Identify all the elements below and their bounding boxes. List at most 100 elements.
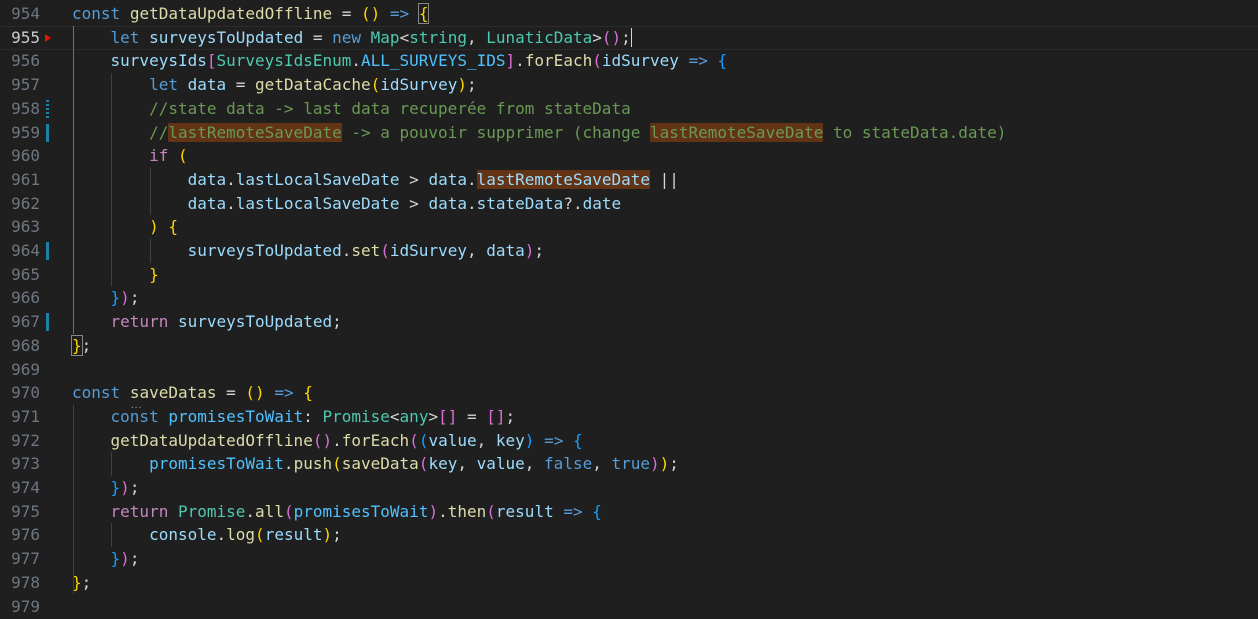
code-token: value (476, 454, 525, 474)
code-token: idSurvey (601, 51, 679, 71)
code-line[interactable]: 954 const getDataUpdatedOffline = () => { (0, 2, 1258, 26)
code-token: { (303, 383, 313, 403)
code-line[interactable]: 967 return surveysToUpdated; (0, 310, 1258, 334)
code-line[interactable]: 956 surveysIds[SurveysIdsEnum.ALL_SURVEY… (0, 49, 1258, 73)
code-line[interactable]: 962 data.lastLocalSaveDate > data.stateD… (0, 192, 1258, 216)
code-token: false (544, 454, 593, 474)
line-number[interactable]: 957 (0, 73, 40, 97)
line-number[interactable]: 976 (0, 523, 40, 547)
code-token: ) (428, 501, 439, 521)
code-text: } (72, 263, 159, 287)
modified-line-marker[interactable] (46, 99, 49, 118)
line-number[interactable]: 959 (0, 121, 40, 145)
line-number[interactable]: 968 (0, 334, 40, 358)
line-number[interactable]: 966 (0, 286, 40, 310)
code-line[interactable]: 972 getDataUpdatedOffline().forEach((val… (0, 429, 1258, 453)
code-token: result (495, 501, 554, 521)
code-token: ( (486, 501, 496, 521)
code-text: surveysToUpdated.set(idSurvey, data); (72, 239, 544, 263)
line-number[interactable]: 975 (0, 500, 40, 524)
line-number[interactable]: 973 (0, 452, 40, 476)
code-token: . (332, 430, 342, 450)
code-text: //state data -> last data recuperée from… (72, 97, 631, 121)
line-number[interactable]: 969 (0, 358, 40, 382)
code-editor[interactable]: 954 const getDataUpdatedOffline = () => {… (0, 0, 1258, 616)
code-token: saveDatas (130, 383, 217, 402)
code-token: //state data -> last data recuperée from… (149, 98, 631, 118)
code-token: const (72, 4, 121, 23)
code-token: , (457, 454, 477, 474)
code-token: ) (149, 217, 159, 237)
code-token: () (361, 4, 381, 23)
modified-line-marker[interactable] (46, 313, 49, 332)
code-token: . (283, 454, 294, 474)
code-token: ; (129, 549, 140, 569)
code-line[interactable]: 966 }); (0, 286, 1258, 310)
code-token: ; (332, 525, 342, 545)
line-number[interactable]: 974 (0, 476, 40, 500)
code-line[interactable]: 978}; (0, 571, 1258, 595)
code-token: ( (409, 430, 419, 450)
line-number[interactable]: 960 (0, 144, 40, 168)
code-line[interactable]: 968}; (0, 334, 1258, 358)
code-line[interactable]: 975 return Promise.all(promisesToWait).t… (0, 500, 1258, 524)
code-line[interactable]: 965 } (0, 263, 1258, 287)
line-number[interactable]: 965 (0, 263, 40, 287)
code-token: string (409, 27, 467, 47)
line-number[interactable]: 963 (0, 215, 40, 239)
line-number[interactable]: 970 (0, 381, 40, 405)
code-line[interactable]: 958 //state data -> last data recuperée … (0, 97, 1258, 121)
code-line[interactable]: 963 ) { (0, 215, 1258, 239)
code-token: < (389, 406, 400, 426)
code-token: lastLocalSaveDate (235, 193, 400, 213)
code-token: = (216, 383, 246, 403)
code-line[interactable]: 961 data.lastLocalSaveDate > data.lastRe… (0, 168, 1258, 192)
line-number[interactable]: 954 (0, 2, 40, 26)
code-text: //lastRemoteSaveDate -> a pouvoir suppri… (72, 121, 1006, 145)
line-number[interactable]: 978 (0, 571, 40, 595)
code-token: true (611, 454, 651, 474)
code-token: , (466, 241, 487, 260)
line-number[interactable]: 971 (0, 405, 40, 429)
modified-line-marker[interactable] (46, 123, 49, 142)
line-number[interactable]: 977 (0, 547, 40, 571)
line-number[interactable]: 962 (0, 192, 40, 216)
code-line[interactable]: 970 const saveDatas = () => { (0, 381, 1258, 405)
code-line[interactable]: 977 }); (0, 547, 1258, 571)
code-line[interactable]: 976 console.log(result); (0, 523, 1258, 547)
code-token: { (572, 430, 583, 450)
line-number[interactable]: 961 (0, 168, 40, 192)
code-token: { (592, 501, 602, 521)
line-number[interactable]: 955 (0, 26, 40, 50)
breakpoint-arrow-icon[interactable] (45, 33, 51, 42)
code-line[interactable]: 973 promisesToWait.push(saveData(key, va… (0, 452, 1258, 476)
code-line[interactable]: 960 if ( (0, 144, 1258, 168)
code-line[interactable]: 971 const promisesToWait: Promise<any>[]… (0, 405, 1258, 429)
code-token: > (399, 169, 429, 189)
line-number[interactable]: 956 (0, 49, 40, 73)
code-line[interactable]: 959 //lastRemoteSaveDate -> a pouvoir su… (0, 121, 1258, 145)
line-number[interactable]: 967 (0, 310, 40, 334)
line-number[interactable]: 964 (0, 239, 40, 263)
code-line[interactable]: 974 }); (0, 476, 1258, 500)
code-line[interactable]: 979 (0, 595, 1258, 619)
code-line[interactable]: 969 (0, 358, 1258, 382)
line-number[interactable]: 972 (0, 429, 40, 453)
code-line[interactable]: 955 let surveysToUpdated = new Map<strin… (0, 26, 1258, 50)
modified-line-marker[interactable] (46, 242, 49, 260)
code-line[interactable]: 964 surveysToUpdated.set(idSurvey, data)… (0, 239, 1258, 263)
code-line[interactable]: 957 let data = getDataCache(idSurvey); (0, 73, 1258, 97)
code-token: . (341, 241, 352, 260)
line-number[interactable]: 958 (0, 97, 40, 121)
line-number[interactable]: 979 (0, 595, 40, 619)
code-token: surveysIds (110, 51, 207, 71)
